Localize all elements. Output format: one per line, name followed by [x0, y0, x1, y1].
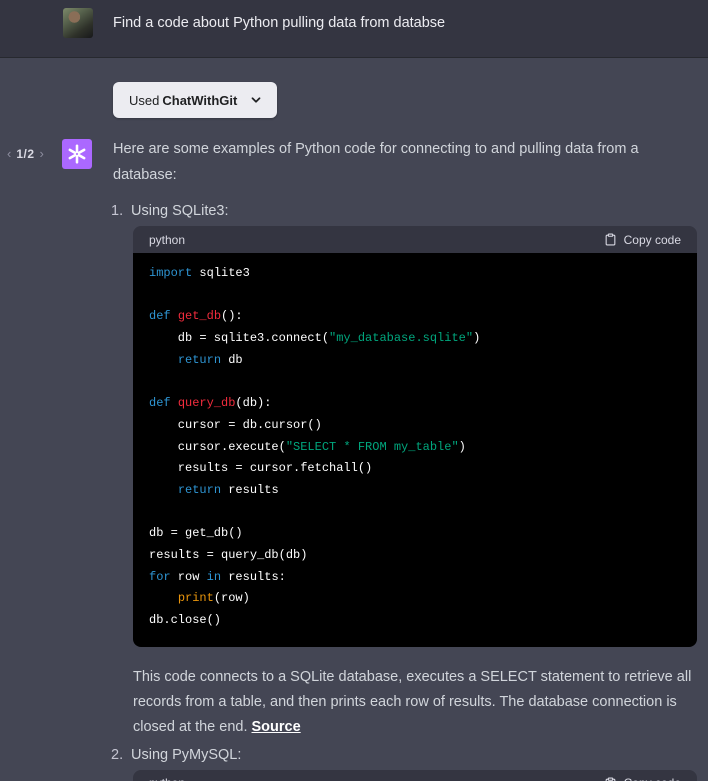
next-response-button[interactable]: › — [40, 147, 44, 160]
list-number: 1. — [111, 203, 124, 219]
copy-code-label: Copy code — [624, 776, 681, 781]
list-item-label: Using SQLite3: — [131, 203, 229, 219]
code-language-label: python — [149, 232, 186, 247]
source-link[interactable]: Source — [252, 719, 301, 735]
list-item-pymysql: 2. Using PyMySQL: — [111, 744, 697, 766]
chevron-down-icon — [251, 97, 261, 103]
response-pagination: ‹ 1/2 › — [7, 147, 44, 161]
plugin-prefix: Used — [129, 92, 160, 108]
explanation-line: records from a table, and then prints ea… — [133, 693, 677, 710]
code-block-pymysql: python Copy code — [133, 769, 697, 781]
copy-code-button[interactable]: Copy code — [604, 776, 681, 781]
assistant-avatar — [62, 139, 92, 169]
openai-logo-icon — [68, 144, 86, 164]
list-item-label: Using PyMySQL: — [131, 746, 242, 763]
used-plugin-button[interactable]: Used ChatWithGit — [113, 82, 277, 118]
user-avatar — [63, 8, 93, 38]
clipboard-icon — [605, 233, 615, 246]
assistant-intro-text: Here are some examples of Python code fo… — [113, 141, 639, 183]
user-message-text: Find a code about Python pulling data fr… — [113, 15, 446, 31]
code-block-header: python Copy code — [133, 769, 697, 781]
list-item-sqlite: 1. Using SQLite3: — [111, 200, 697, 222]
code-explanation: This code connects to a SQLite database,… — [133, 665, 697, 740]
code-block-sqlite: python Copy code import sqlite3 def get_… — [133, 226, 697, 647]
copy-code-button[interactable]: Copy code — [604, 233, 681, 247]
user-message-row: Find a code about Python pulling data fr… — [0, 0, 708, 58]
assistant-content: Used ChatWithGit Here are some examples … — [111, 82, 697, 781]
copy-code-label: Copy code — [623, 232, 681, 247]
assistant-message-row: ‹ 1/2 › Used ChatWithGit Here are some e… — [0, 58, 708, 781]
explanation-line: This code connects to a SQLite database,… — [133, 668, 692, 685]
code-block-header: python Copy code — [133, 226, 697, 253]
clipboard-icon — [605, 777, 615, 781]
explanation-line-with-link: closed at the end. Source — [133, 718, 301, 735]
plugin-name: ChatWithGit — [162, 92, 238, 108]
code-language-label: python — [149, 776, 185, 781]
list-number: 2. — [111, 746, 124, 763]
code-content: import sqlite3 def get_db(): db = sqlite… — [133, 253, 697, 647]
previous-response-button[interactable]: ‹ — [7, 147, 11, 160]
pagination-count: 1/2 — [16, 147, 35, 161]
